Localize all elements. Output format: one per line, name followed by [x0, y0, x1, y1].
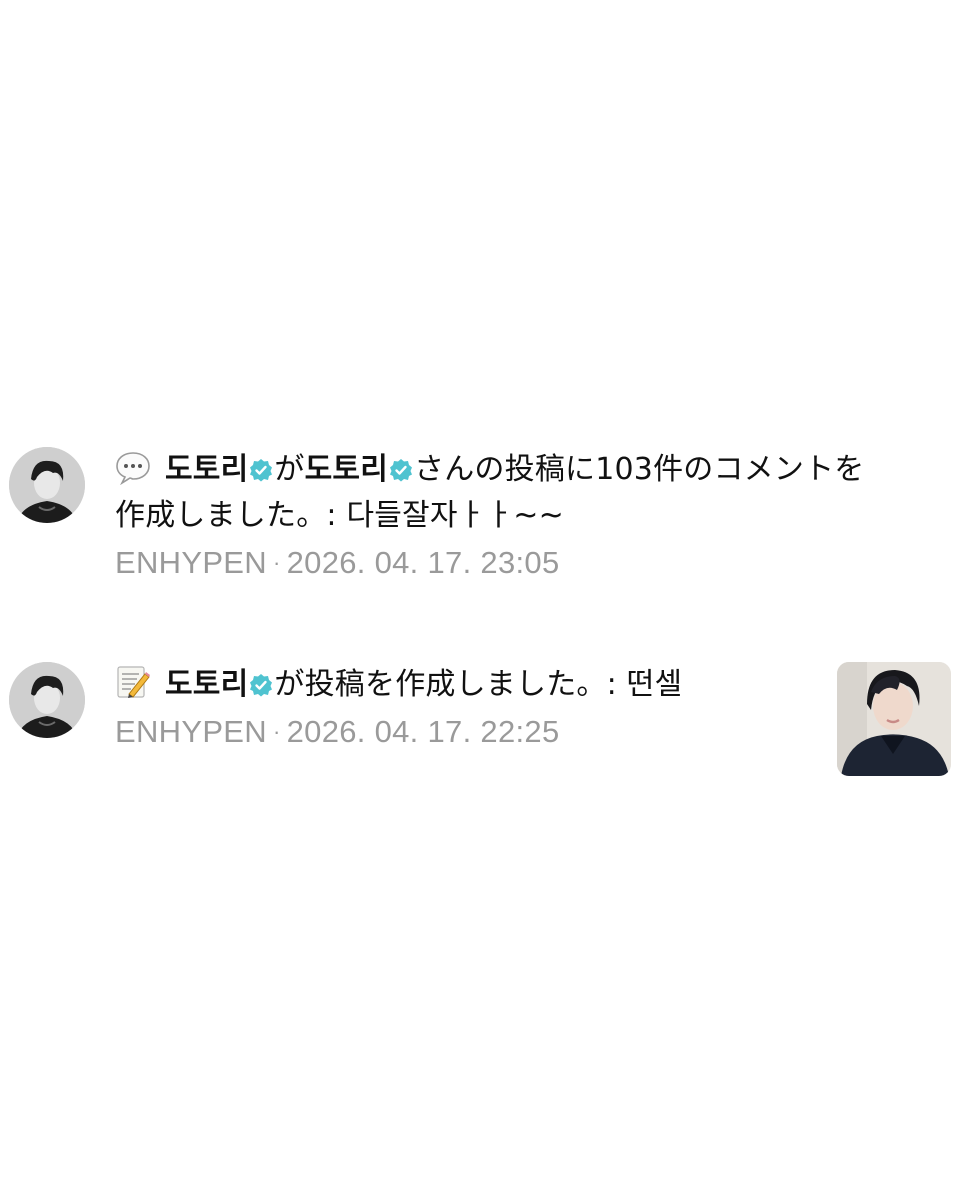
author-name[interactable]: 도토리	[165, 452, 248, 487]
meta-separator: ·	[272, 550, 281, 575]
source-label: ENHYPEN	[115, 545, 267, 580]
connector-text: が	[274, 452, 305, 487]
verified-badge-icon	[249, 450, 273, 482]
speech-bubble-icon	[115, 451, 151, 486]
verified-badge-icon	[249, 665, 273, 697]
notification-list: 도토리 が도토리 さんの投稿に103件のコメントを 作成しました。: 다들잘자ㅏㅏ~…	[0, 0, 960, 1200]
timestamp: 2026. 04. 17. 23:05	[286, 545, 560, 580]
verified-badge-icon	[389, 450, 413, 482]
notification-text: が投稿を作成しました。: 떤셀	[274, 667, 683, 702]
timestamp: 2026. 04. 17. 22:25	[286, 714, 560, 749]
avatar[interactable]	[9, 662, 85, 738]
post-thumbnail[interactable]	[837, 662, 951, 776]
avatar[interactable]	[9, 447, 85, 523]
notification-line-1: 도토리 が도토리 さんの投稿に103件のコメントを	[115, 447, 950, 493]
meta-separator: ·	[272, 719, 281, 744]
notification-line-1: 도토리 が投稿を作成しました。: 떤셀	[115, 662, 815, 708]
notification-body: 도토리 が投稿を作成しました。: 떤셀 ENHYPEN · 2026. 04. 17.…	[115, 662, 815, 750]
notification-text: さんの投稿に103件のコメントを	[414, 452, 865, 487]
notification-line-2: 作成しました。: 다들잘자ㅏㅏ~~	[115, 498, 564, 533]
notification-meta: ENHYPEN · 2026. 04. 17. 22:25	[115, 714, 815, 750]
author-name[interactable]: 도토리	[165, 667, 248, 702]
source-label: ENHYPEN	[115, 714, 267, 749]
memo-icon	[115, 664, 151, 698]
notification-meta: ENHYPEN · 2026. 04. 17. 23:05	[115, 545, 950, 581]
notification-body: 도토리 が도토리 さんの投稿に103件のコメントを 作成しました。: 다들잘자ㅏㅏ~…	[115, 447, 950, 581]
target-name[interactable]: 도토리	[305, 452, 388, 487]
